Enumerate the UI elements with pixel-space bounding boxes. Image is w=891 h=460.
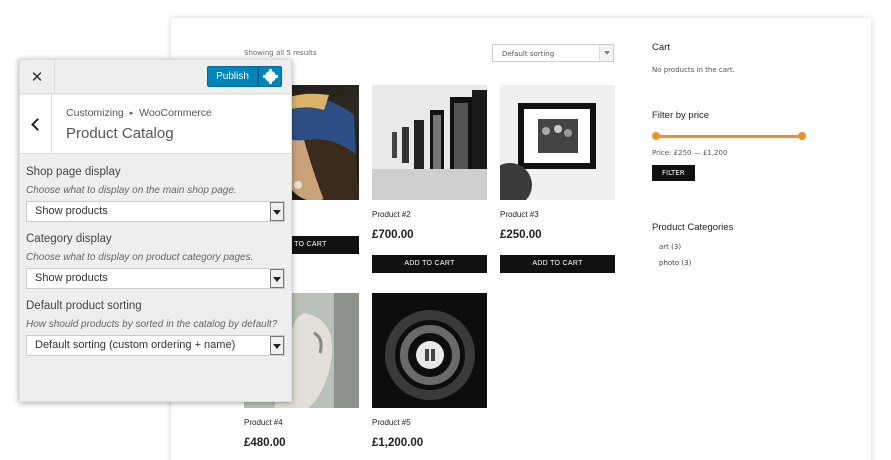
chevron-down-icon bbox=[270, 336, 284, 355]
control-description: Choose what to display on product catego… bbox=[26, 252, 254, 263]
price-slider-max-handle[interactable] bbox=[798, 132, 806, 140]
default-product-sorting-select[interactable]: Default sorting (custom ordering + name) bbox=[26, 335, 285, 356]
chevron-down-icon bbox=[270, 202, 284, 221]
product-price: £250.00 bbox=[500, 229, 542, 241]
categories-title: Product Categories bbox=[652, 222, 734, 233]
product-name[interactable]: Product #3 bbox=[500, 210, 615, 219]
back-button[interactable] bbox=[20, 95, 52, 153]
select-value: Show products bbox=[35, 272, 108, 284]
control-default-product-sorting: Default product sorting How should produ… bbox=[26, 300, 286, 356]
categories-widget: Product Categories art (3) photo (3) bbox=[652, 222, 812, 267]
section-header: Customizing ▸ WooCommerce Product Catalo… bbox=[20, 95, 291, 154]
breadcrumb-section: WooCommerce bbox=[139, 107, 212, 119]
publish-settings-button[interactable] bbox=[258, 66, 282, 87]
add-to-cart-button[interactable]: ADD TO CART bbox=[372, 255, 487, 273]
page: Showing all 5 results Default sorting £6… bbox=[0, 0, 891, 460]
price-slider-track bbox=[655, 135, 799, 138]
product-image[interactable] bbox=[372, 293, 487, 408]
sorting-select[interactable]: Default sorting bbox=[492, 44, 614, 62]
select-value: Show products bbox=[35, 205, 108, 217]
control-category-display: Category display Choose what to display … bbox=[26, 233, 286, 289]
gear-icon bbox=[262, 69, 278, 84]
control-label: Category display bbox=[26, 233, 112, 245]
product-card[interactable]: Product #2 £700.00 ADD TO CART bbox=[372, 85, 487, 273]
controls-list: Shop page display Choose what to display… bbox=[26, 166, 286, 367]
product-image[interactable] bbox=[500, 85, 615, 200]
control-label: Default product sorting bbox=[26, 300, 142, 312]
cart-title: Cart bbox=[652, 42, 670, 53]
price-range-text: Price: £250 — £1,200 bbox=[652, 149, 728, 157]
customizer-header: ✕ Publish bbox=[20, 60, 291, 94]
product-image[interactable] bbox=[372, 85, 487, 200]
control-label: Shop page display bbox=[26, 166, 121, 178]
chevron-down-icon bbox=[599, 45, 613, 61]
breadcrumb: Customizing ▸ WooCommerce bbox=[66, 107, 212, 119]
close-icon[interactable]: ✕ bbox=[20, 60, 55, 94]
filter-button[interactable]: FILTER bbox=[652, 165, 695, 181]
product-card[interactable]: Product #5 £1,200.00 bbox=[372, 293, 487, 449]
product-name[interactable]: Product #4 bbox=[244, 418, 359, 427]
chevron-left-icon bbox=[31, 117, 44, 131]
results-count: Showing all 5 results bbox=[244, 49, 317, 57]
category-link-art[interactable]: art (3) bbox=[652, 243, 812, 251]
shop-page-display-select[interactable]: Show products bbox=[26, 201, 285, 222]
category-link-photo[interactable]: photo (3) bbox=[652, 259, 812, 267]
publish-button[interactable]: Publish bbox=[207, 66, 258, 87]
add-to-cart-button[interactable]: ADD TO CART bbox=[500, 255, 615, 273]
control-description: Choose what to display on the main shop … bbox=[26, 185, 237, 196]
page-title: Product Catalog bbox=[66, 125, 174, 142]
cart-widget: Cart No products in the cart. bbox=[652, 42, 735, 74]
product-price: £480.00 bbox=[244, 437, 286, 449]
product-name[interactable]: Product #5 bbox=[372, 418, 487, 427]
product-name[interactable]: Product #2 bbox=[372, 210, 487, 219]
customizer-panel: ✕ Publish Customizing ▸ WooCommerce Prod… bbox=[19, 59, 292, 402]
price-filter-widget: Filter by price Price: £250 — £1,200 FIL… bbox=[652, 110, 812, 181]
breadcrumb-root: Customizing bbox=[66, 107, 124, 119]
filter-title: Filter by price bbox=[652, 110, 710, 121]
price-slider[interactable] bbox=[652, 131, 806, 141]
cart-empty-text: No products in the cart. bbox=[652, 66, 735, 74]
breadcrumb-arrow: ▸ bbox=[129, 110, 134, 117]
product-card[interactable]: Product #3 £250.00 ADD TO CART bbox=[500, 85, 615, 273]
sorting-value: Default sorting bbox=[502, 50, 555, 58]
select-value: Default sorting (custom ordering + name) bbox=[35, 339, 236, 351]
price-slider-min-handle[interactable] bbox=[652, 132, 660, 140]
product-price: £700.00 bbox=[372, 229, 414, 241]
product-price: £1,200.00 bbox=[372, 437, 424, 449]
control-shop-page-display: Shop page display Choose what to display… bbox=[26, 166, 286, 222]
category-display-select[interactable]: Show products bbox=[26, 268, 285, 289]
control-description: How should products by sorted in the cat… bbox=[26, 319, 278, 330]
chevron-down-icon bbox=[270, 269, 284, 288]
